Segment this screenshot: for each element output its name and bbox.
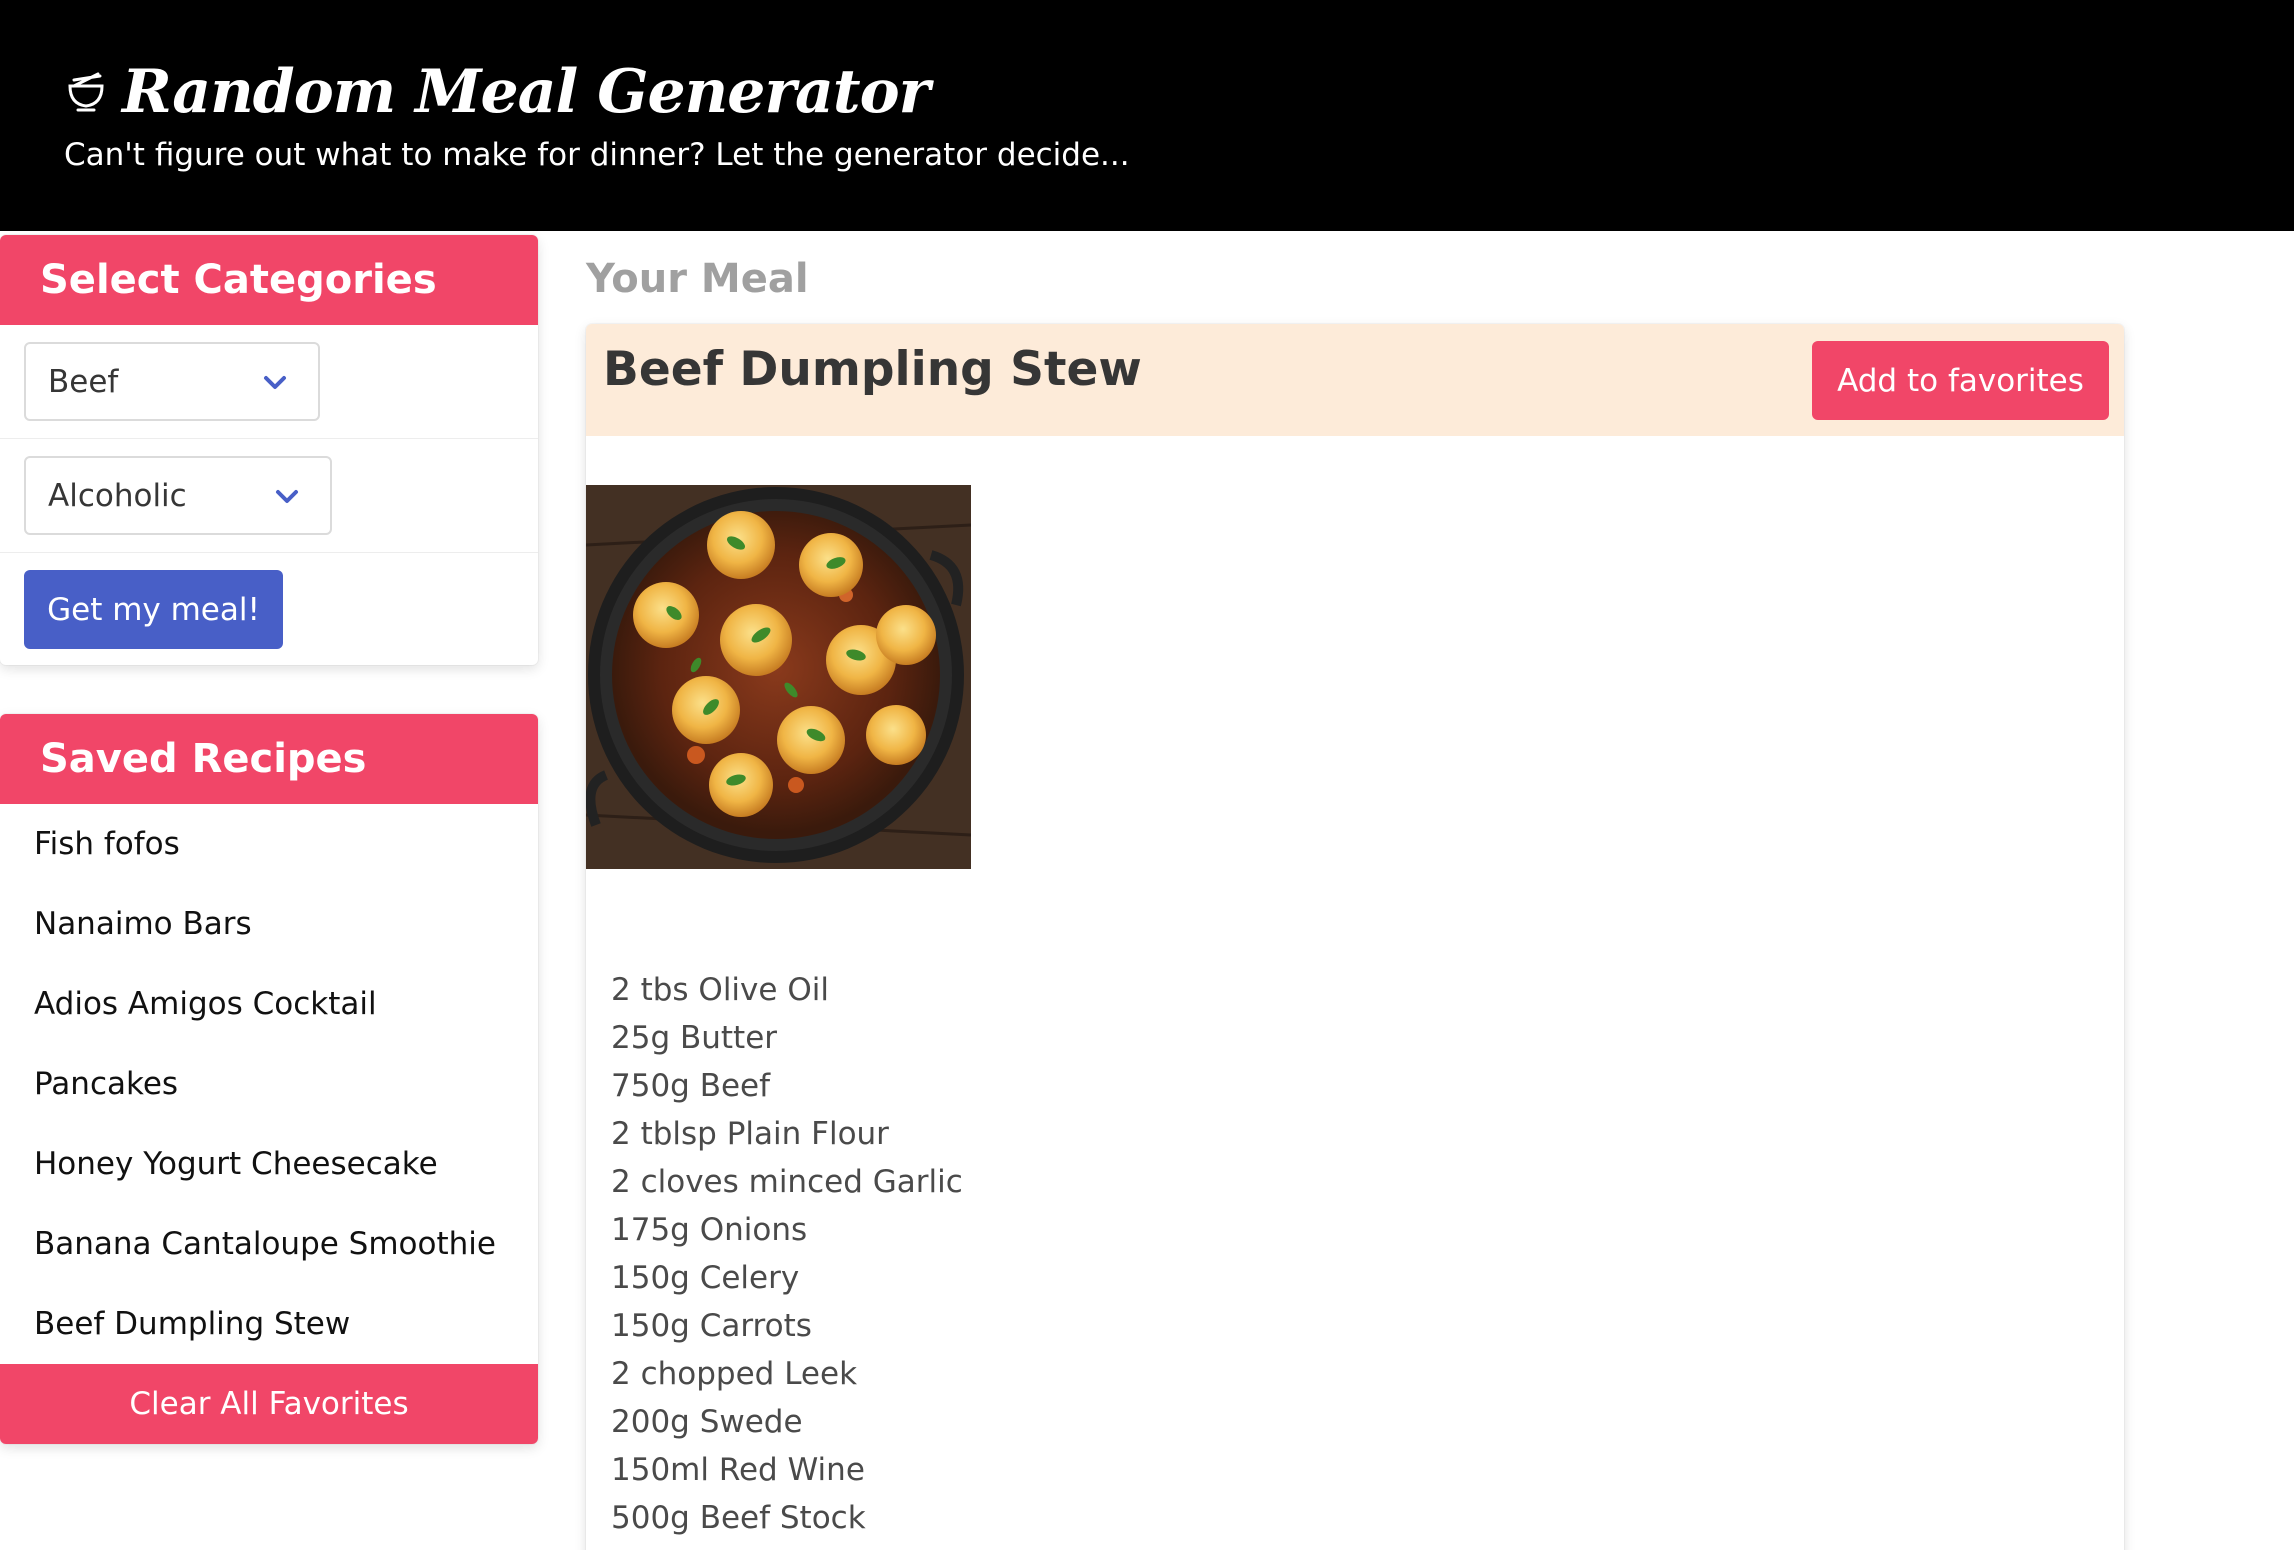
meal-card: Beef Dumpling Stew Add to favorites 2 tb… — [586, 324, 2124, 1550]
saved-recipes-list: Fish fofos Nanaimo Bars Adios Amigos Coc… — [0, 804, 538, 1364]
your-meal-label: Your Meal — [586, 256, 809, 302]
meal-card-header: Beef Dumpling Stew Add to favorites — [586, 324, 2124, 436]
ingredient-item: 750g Beef — [611, 1068, 771, 1104]
meal-photo — [586, 485, 971, 869]
saved-recipe-item[interactable]: Adios Amigos Cocktail — [0, 964, 538, 1044]
ingredient-item: 150g Celery — [611, 1260, 800, 1296]
meal-category-select[interactable]: Beef — [24, 342, 320, 421]
add-to-favorites-button[interactable]: Add to favorites — [1812, 341, 2109, 420]
chevron-down-icon — [276, 490, 298, 503]
meal-title: Beef Dumpling Stew — [603, 342, 1142, 397]
meal-category-value: Beef — [48, 363, 119, 400]
saved-recipe-item[interactable]: Fish fofos — [0, 804, 538, 884]
saved-recipes-panel: Saved Recipes Fish fofos Nanaimo Bars Ad… — [0, 714, 538, 1444]
ingredient-item: 2 tbs Olive Oil — [611, 972, 829, 1008]
ingredients-list: 2 tbs Olive Oil 25g Butter 750g Beef 2 t… — [611, 966, 963, 1542]
saved-recipes-heading: Saved Recipes — [0, 714, 538, 804]
ingredient-item: 25g Butter — [611, 1020, 778, 1056]
title-row: Random Meal Generator — [64, 52, 930, 132]
drink-category-select[interactable]: Alcoholic — [24, 456, 332, 535]
get-meal-button[interactable]: Get my meal! — [24, 570, 283, 649]
ingredient-item: 150ml Red Wine — [611, 1452, 865, 1488]
clear-favorites-button[interactable]: Clear All Favorites — [0, 1364, 538, 1444]
ingredient-item: 2 tblsp Plain Flour — [611, 1116, 889, 1152]
drink-category-row: Alcoholic — [0, 439, 538, 553]
saved-recipe-item[interactable]: Banana Cantaloupe Smoothie — [0, 1204, 538, 1284]
ingredient-item: 175g Onions — [611, 1212, 808, 1248]
ingredient-item: 150g Carrots — [611, 1308, 812, 1344]
saved-recipe-item[interactable]: Honey Yogurt Cheesecake — [0, 1124, 538, 1204]
bowl-icon — [68, 72, 104, 112]
saved-recipe-item[interactable]: Pancakes — [0, 1044, 538, 1124]
saved-recipe-item[interactable]: Nanaimo Bars — [0, 884, 538, 964]
meal-category-row: Beef — [0, 325, 538, 439]
app-header: Random Meal Generator Can't figure out w… — [0, 0, 2294, 231]
drink-category-value: Alcoholic — [48, 477, 187, 514]
ingredient-item: 2 cloves minced Garlic — [611, 1164, 963, 1200]
app-subtitle: Can't figure out what to make for dinner… — [64, 137, 1130, 173]
ingredient-item: 2 chopped Leek — [611, 1356, 858, 1392]
ingredient-item: 500g Beef Stock — [611, 1500, 866, 1536]
saved-recipe-item[interactable]: Beef Dumpling Stew — [0, 1284, 538, 1364]
chevron-down-icon — [264, 376, 286, 389]
ingredient-item: 200g Swede — [611, 1404, 803, 1440]
categories-panel: Select Categories Beef Alcoholic Get my … — [0, 235, 538, 665]
app-title: Random Meal Generator — [122, 57, 930, 127]
categories-heading: Select Categories — [0, 235, 538, 325]
